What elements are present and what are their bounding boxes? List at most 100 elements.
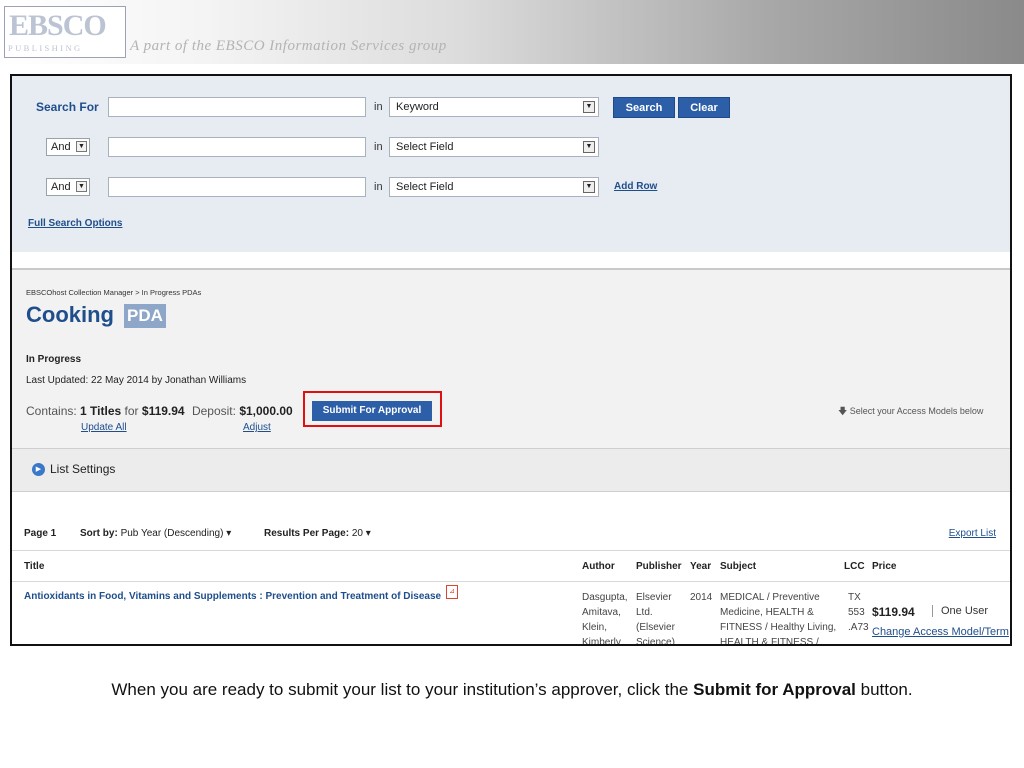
per-page-value: 20 ▾ [351, 528, 371, 539]
publisher-line: Ltd. [636, 607, 653, 618]
chevron-down-icon: ▼ [583, 181, 595, 193]
author-cell: Dasgupta, Amitava, Klein, Kimberly [582, 590, 628, 646]
boolean-select-2[interactable]: And ▼ [46, 138, 90, 156]
for-word: for [124, 404, 139, 418]
deposit-amount: $1,000.00 [239, 404, 293, 418]
arrow-down-icon: 🡇 [838, 406, 848, 416]
page-indicator: Page 1 [24, 528, 57, 539]
boolean-value: And [51, 141, 71, 153]
chevron-down-icon: ▼ [76, 141, 87, 152]
col-lcc[interactable]: LCC [844, 561, 865, 572]
search-panel: Search For in Keyword ▼ Search Clear And… [12, 76, 1010, 252]
author-line: Klein, [582, 622, 608, 633]
price-value: $119.94 [872, 605, 915, 619]
search-for-label: Search For [36, 100, 99, 114]
highlight-box: Submit For Approval [303, 391, 442, 427]
boolean-value: And [51, 181, 71, 193]
page-title: Cooking [26, 302, 114, 327]
col-price[interactable]: Price [872, 561, 896, 572]
subject-line: FITNESS / Healthy Living, [720, 622, 837, 633]
adjust-link[interactable]: Adjust [243, 422, 271, 433]
publisher-line: Science) [636, 637, 675, 646]
field-select-2[interactable]: Select Field ▼ [389, 137, 599, 157]
per-page-label: Results Per Page: [264, 528, 350, 539]
col-author[interactable]: Author [582, 561, 615, 572]
search-button[interactable]: Search [613, 97, 675, 118]
lcc-line: TX [848, 592, 861, 603]
pda-badge: PDA [124, 304, 166, 328]
caption-text: When you are ready to submit your list t… [111, 680, 694, 699]
add-row-link[interactable]: Add Row [614, 181, 657, 192]
list-settings-bar[interactable]: ▶ List Settings [12, 448, 1010, 492]
lcc-line: .A73 [848, 622, 869, 633]
titles-count: 1 Titles [80, 404, 122, 418]
slide-caption: When you are ready to submit your list t… [0, 680, 1024, 700]
field-select-1[interactable]: Keyword ▼ [389, 97, 599, 117]
title-link[interactable]: Antioxidants in Food, Vitamins and Suppl… [24, 591, 441, 602]
chevron-down-icon: ▼ [583, 141, 595, 153]
clear-button[interactable]: Clear [678, 97, 730, 118]
subject-line: MEDICAL / Preventive [720, 592, 820, 603]
update-all-link[interactable]: Update All [81, 422, 127, 433]
per-page-control[interactable]: Results Per Page: 20 ▾ [264, 528, 371, 539]
author-line: Amitava, [582, 607, 621, 618]
col-title[interactable]: Title [24, 561, 44, 572]
field-select-3[interactable]: Select Field ▼ [389, 177, 599, 197]
author-line: Dasgupta, [582, 592, 628, 603]
year-cell: 2014 [690, 592, 713, 603]
lcc-line: 553 [848, 607, 865, 618]
caption-bold: Submit for Approval [693, 680, 856, 699]
table-header: Title Author Publisher Year Subject LCC … [12, 550, 1010, 582]
in-label: in [374, 181, 383, 193]
publisher-cell: Elsevier Ltd. (Elsevier Science) [636, 590, 675, 646]
chevron-down-icon: ▼ [76, 181, 87, 192]
in-label: in [374, 141, 383, 153]
app-screenshot: Search For in Keyword ▼ Search Clear And… [10, 74, 1012, 646]
submit-for-approval-button[interactable]: Submit For Approval [312, 401, 432, 421]
sort-label: Sort by: [80, 528, 118, 539]
full-search-options-link[interactable]: Full Search Options [28, 218, 122, 229]
col-publisher[interactable]: Publisher [636, 561, 682, 572]
col-subject[interactable]: Subject [720, 561, 756, 572]
author-line: Kimberly [582, 637, 621, 646]
banner-tagline: A part of the EBSCO Information Services… [130, 38, 447, 54]
col-year[interactable]: Year [690, 561, 711, 572]
sort-control[interactable]: Sort by: Pub Year (Descending) ▾ [80, 528, 231, 539]
list-total: $119.94 [141, 404, 185, 418]
publisher-line: (Elsevier [636, 622, 675, 633]
export-list-link[interactable]: Export List [949, 528, 996, 539]
lcc-cell: TX 553 .A73 [848, 590, 869, 635]
breadcrumb: EBSCOhost Collection Manager > In Progre… [26, 288, 202, 297]
subject-cell: MEDICAL / Preventive Medicine, HEALTH & … [720, 590, 837, 646]
chevron-right-circle-icon: ▶ [32, 463, 45, 476]
list-settings-label: List Settings [50, 462, 116, 476]
list-status: In Progress [26, 354, 82, 365]
deposit-label: Deposit: [191, 404, 236, 418]
chevron-down-icon: ▼ [583, 101, 595, 113]
change-access-model-link[interactable]: Change Access Model/Term [872, 626, 1009, 638]
subject-line: HEALTH & FITNESS / [720, 637, 819, 646]
boolean-select-3[interactable]: And ▼ [46, 178, 90, 196]
pdf-icon[interactable]: ⊿ [446, 585, 458, 599]
search-input-3[interactable] [108, 177, 366, 197]
caption-end: button. [855, 680, 913, 699]
access-model-hint: 🡇 Select your Access Models below [838, 404, 983, 420]
in-label: in [374, 101, 383, 113]
field-select-value: Select Field [396, 181, 454, 193]
logo-word: EBSCO [9, 9, 107, 42]
slide-banner: EBSCO PUBLISHING A part of the EBSCO Inf… [0, 0, 1024, 64]
subject-line: Medicine, HEALTH & [720, 607, 814, 618]
search-input-2[interactable] [108, 137, 366, 157]
ebsco-logo: EBSCO PUBLISHING [4, 6, 126, 58]
table-row: Antioxidants in Food, Vitamins and Suppl… [12, 581, 1010, 646]
list-summary: Contains: 1 Titles for $119.94 Deposit: … [26, 404, 293, 418]
field-select-value: Select Field [396, 141, 454, 153]
field-select-value: Keyword [396, 101, 439, 113]
access-hint-text: Select your Access Models below [849, 406, 984, 416]
publisher-line: Elsevier [636, 592, 672, 603]
contains-label: Contains: [26, 404, 77, 418]
search-input-1[interactable] [108, 97, 366, 117]
access-model: One User [932, 605, 988, 617]
sort-value: Pub Year (Descending) ▾ [120, 528, 232, 539]
logo-subtitle: PUBLISHING [8, 43, 83, 53]
